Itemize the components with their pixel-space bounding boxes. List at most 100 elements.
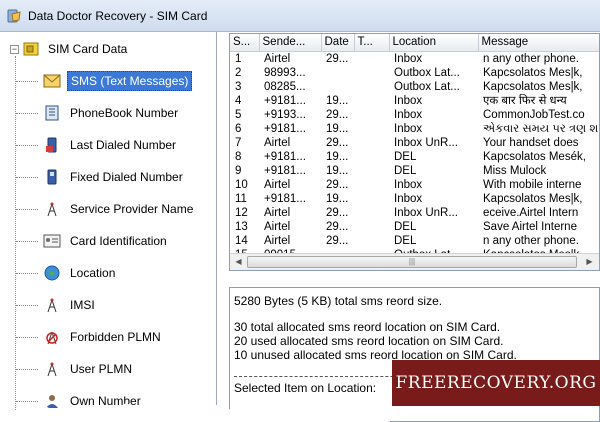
cell-time — [354, 192, 389, 206]
phonebook-icon — [42, 103, 62, 123]
tree-item-imsi[interactable]: IMSI — [16, 293, 98, 317]
cell-location: Outbox Lat... — [394, 80, 460, 93]
scroll-right-icon[interactable]: ▶ — [582, 255, 597, 269]
tree-item-service-provider[interactable]: Service Provider Name — [16, 197, 196, 221]
cell-message: With mobile interne — [483, 178, 582, 191]
cell-location: DEL — [394, 164, 417, 177]
table-row[interactable]: 5 +9193... 29... Inbox CommonJobTest.co — [230, 108, 599, 122]
cell-date: 29... — [326, 52, 349, 65]
sim-data-tree: − SIM Card Data SMS (Text Messages) Phon… — [2, 32, 217, 422]
tree-item-sms[interactable]: SMS (Text Messages) — [16, 69, 193, 93]
cell-date: 29... — [326, 136, 349, 149]
tree-item-user-plmn[interactable]: User PLMN — [16, 357, 135, 381]
tree-item-forbidden-plmn[interactable]: Forbidden PLMN — [16, 325, 164, 349]
column-header-serial[interactable]: S... — [230, 34, 260, 52]
cell-date: 19... — [326, 192, 349, 205]
total-locations-info: 30 total allocated sms reord location on… — [234, 320, 501, 334]
cell-location: DEL — [394, 220, 417, 233]
cell-time — [354, 94, 389, 108]
tree-item-phonebook[interactable]: PhoneBook Number — [16, 101, 181, 125]
cell-sender: 08285... — [264, 80, 306, 93]
cell-message: Kapcsolatos Mes|k, — [483, 192, 583, 205]
cell-time — [354, 136, 389, 150]
cell-serial: 2 — [235, 66, 242, 79]
table-row[interactable]: 2 98993... Outbox Lat... Kapcsolatos Mes|k, — [230, 66, 599, 80]
table-row[interactable]: 1 Airtel 29... Inbox n any other phone. — [230, 51, 599, 66]
cell-serial: 4 — [235, 94, 242, 107]
antenna-icon — [42, 359, 62, 379]
sms-list-grid[interactable]: S... Sende... Date T... Location Message… — [229, 33, 600, 271]
cell-time — [354, 178, 389, 192]
tree-item-card-identification[interactable]: Card Identification — [16, 229, 170, 253]
column-header-sender[interactable]: Sende... — [259, 34, 322, 52]
cell-message: Miss Mulock — [483, 164, 547, 177]
tree-item-location[interactable]: Location — [16, 261, 118, 285]
table-body: 1 Airtel 29... Inbox n any other phone. 2 9899… — [230, 51, 599, 262]
cell-serial: 9 — [235, 164, 242, 177]
cell-date: 29... — [326, 108, 349, 121]
cell-sender: +9181... — [264, 122, 306, 135]
torn-edge-decoration — [0, 402, 390, 422]
table-row[interactable]: 7 Airtel 29... Inbox UnR... Your handset doe… — [230, 136, 599, 150]
cell-sender: +9181... — [264, 164, 306, 177]
globe-icon — [42, 263, 62, 283]
cell-message: Kapcsolatos Mes|k, — [483, 80, 583, 93]
cell-message: Kapcsolatos Mesék, — [483, 150, 586, 163]
table-row[interactable]: 11 +9181... 19... Inbox Kapcsolatos Mes|k, — [230, 192, 599, 206]
table-row[interactable]: 9 +9181... 19... DEL Miss Mulock — [230, 164, 599, 178]
table-row[interactable]: 4 +9181... 19... Inbox एक बार फिर से धन्य — [230, 94, 599, 108]
cell-serial: 8 — [235, 150, 242, 163]
cell-location: Inbox — [394, 108, 423, 121]
cell-time — [354, 51, 389, 66]
table-row[interactable]: 3 08285... Outbox Lat... Kapcsolatos Mes|k, — [230, 80, 599, 94]
collapse-toggle[interactable]: − — [10, 44, 19, 54]
cell-sender: Airtel — [264, 178, 291, 191]
cell-serial: 13 — [235, 220, 248, 233]
cell-date: 29... — [326, 220, 349, 233]
table-row[interactable]: 6 +9181... 19... Inbox એકવાર સમય પર ત્રણ શ — [230, 122, 599, 136]
column-header-message[interactable]: Message — [478, 34, 599, 52]
table-row[interactable]: 10 Airtel 29... Inbox With mobile interne — [230, 178, 599, 192]
column-header-date[interactable]: Date — [321, 34, 355, 52]
dialed-phone-icon — [42, 135, 62, 155]
column-header-location[interactable]: Location — [389, 34, 479, 52]
cell-sender: Airtel — [264, 136, 291, 149]
tree-item-last-dialed[interactable]: Last Dialed Number — [16, 133, 179, 157]
column-header-time[interactable]: T... — [354, 34, 390, 52]
table-row[interactable]: 14 Airtel 29... DEL n any other phone. — [230, 234, 599, 248]
cell-sender: +9193... — [264, 108, 306, 121]
cell-sender: +9181... — [264, 94, 306, 107]
cell-time — [354, 164, 389, 178]
fixed-phone-icon — [42, 167, 62, 187]
cell-message: Save Airtel Interne — [483, 220, 577, 233]
table-row[interactable]: 8 +9181... 19... DEL Kapcsolatos Mesék, — [230, 150, 599, 164]
cell-message: n any other phone. — [483, 52, 579, 65]
cell-date: 29... — [326, 206, 349, 219]
cell-location: DEL — [394, 234, 417, 247]
tree-root-sim-card-data[interactable]: − SIM Card Data — [10, 40, 130, 58]
cell-location: Inbox — [394, 192, 423, 205]
cell-sender: Airtel — [264, 220, 291, 233]
cell-message: એકવાર સમય પર ત્રણ શ — [483, 122, 599, 135]
scroll-left-icon[interactable]: ◀ — [231, 255, 246, 269]
cell-date — [321, 80, 354, 94]
horizontal-scrollbar[interactable]: ◀ ||| ▶ — [230, 253, 599, 270]
tree-item-fixed-dialed[interactable]: Fixed Dialed Number — [16, 165, 186, 189]
sim-card-icon — [23, 42, 39, 56]
table-row[interactable]: 12 Airtel 29... Inbox UnR... eceive.Airtel I… — [230, 206, 599, 220]
cell-serial: 14 — [235, 234, 248, 247]
cell-time — [354, 150, 389, 164]
cell-location: Inbox — [394, 52, 423, 65]
cell-date: 29... — [326, 178, 349, 191]
table-row[interactable]: 13 Airtel 29... DEL Save Airtel Interne — [230, 220, 599, 234]
cell-time — [354, 206, 389, 220]
cell-location: Inbox UnR... — [394, 136, 458, 149]
cell-serial: 11 — [235, 192, 247, 205]
envelope-icon — [42, 71, 62, 91]
size-info: 5280 Bytes (5 KB) total sms reord size. — [234, 294, 443, 308]
tree-root-label: SIM Card Data — [48, 42, 128, 56]
window-title: Data Doctor Recovery - SIM Card — [28, 8, 208, 23]
scroll-thumb[interactable]: ||| — [247, 256, 577, 268]
cell-sender: +9181... — [264, 192, 306, 205]
cell-date: 19... — [326, 122, 349, 135]
